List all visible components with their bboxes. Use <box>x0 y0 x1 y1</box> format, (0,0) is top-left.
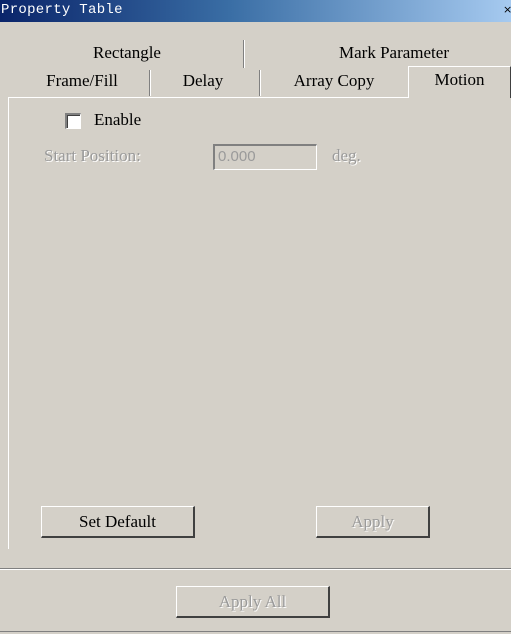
tab-motion-label: Motion <box>434 70 485 89</box>
footer-divider <box>0 568 511 570</box>
window-bottom-edge <box>0 631 511 632</box>
tab-rectangle[interactable]: Rectangle <box>18 40 236 68</box>
tab-delay-label: Delay <box>182 71 224 90</box>
enable-checkbox[interactable] <box>65 113 81 129</box>
title-bar[interactable]: Property Table × <box>0 0 511 22</box>
tab-frame-fill-label: Frame/Fill <box>46 71 118 90</box>
tab-motion[interactable]: Motion <box>408 66 511 98</box>
tab-array-copy[interactable]: Array Copy <box>262 68 406 96</box>
tab-divider <box>243 40 245 68</box>
tab-delay[interactable]: Delay <box>152 68 254 96</box>
enable-label: Enable <box>94 110 142 129</box>
apply-button[interactable]: Apply <box>316 506 430 538</box>
apply-all-button[interactable]: Apply All <box>176 586 330 618</box>
tab-mark-parameter-label: Mark Parameter <box>339 43 449 62</box>
tab-array-copy-label: Array Copy <box>293 71 375 90</box>
window-title: Property Table <box>1 2 123 18</box>
tab-rectangle-label: Rectangle <box>93 43 161 62</box>
set-default-button[interactable]: Set Default <box>41 506 195 538</box>
start-position-unit: deg. <box>332 146 361 165</box>
tab-mark-parameter[interactable]: Mark Parameter <box>252 40 511 68</box>
close-icon[interactable]: × <box>503 2 511 18</box>
start-position-label: Start Position: <box>44 146 141 165</box>
tab-frame-fill[interactable]: Frame/Fill <box>18 68 146 96</box>
tab-divider <box>149 70 151 96</box>
start-position-input[interactable]: 0.000 <box>213 144 317 170</box>
tab-divider <box>259 70 261 96</box>
